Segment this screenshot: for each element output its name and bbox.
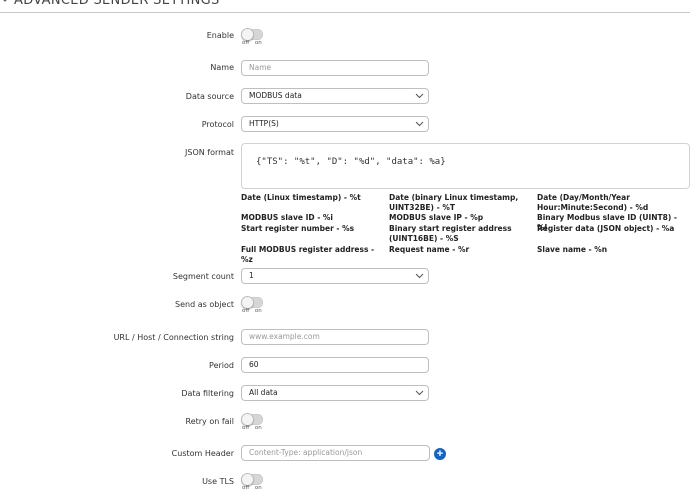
use-tls-toggle[interactable] xyxy=(241,473,263,486)
retry-on-fail-toggle[interactable] xyxy=(241,413,263,426)
format-hint: Start register number - %s xyxy=(241,224,355,233)
retry-on-fail-label: Retry on fail xyxy=(185,417,235,426)
send-as-object-label: Send as object xyxy=(175,300,234,309)
toggle-on-label: on xyxy=(254,40,262,46)
section-collapse-chevron-icon[interactable] xyxy=(0,0,11,6)
data-filtering-label: Data filtering xyxy=(181,389,234,398)
format-hint: MODBUS slave ID - %i xyxy=(241,213,334,222)
plus-icon: + xyxy=(436,448,444,460)
protocol-value: HTTP(S) xyxy=(249,119,279,128)
segment-count-value: 1 xyxy=(249,271,254,280)
format-hint: Date (Linux timestamp) - %t xyxy=(241,193,361,202)
format-hint: Register data (JSON object) - %a xyxy=(537,224,675,233)
enable-label: Enable xyxy=(206,31,234,40)
segment-count-label: Segment count xyxy=(172,272,234,281)
send-as-object-toggle-labels: off on xyxy=(242,308,262,314)
section-title: ADVANCED SENDER SETTINGS xyxy=(14,0,220,8)
data-source-select[interactable]: MODBUS data xyxy=(241,88,429,104)
format-hint: Date (Day/Month/Year Hour:Minute:Second)… xyxy=(537,193,649,212)
retry-on-fail-toggle-labels: off on xyxy=(242,425,262,431)
custom-header-label: Custom Header xyxy=(171,449,234,458)
toggle-on-label: on xyxy=(254,485,262,491)
protocol-select[interactable]: HTTP(S) xyxy=(241,116,429,132)
add-custom-header-button[interactable]: + xyxy=(434,448,446,460)
protocol-label: Protocol xyxy=(201,120,234,129)
custom-header-input[interactable]: Content-Type: application/json xyxy=(241,445,430,461)
section-divider xyxy=(0,12,690,13)
send-as-object-toggle[interactable] xyxy=(241,296,263,309)
name-label: Name xyxy=(210,63,234,72)
chevron-down-icon xyxy=(415,93,424,99)
format-hint: MODBUS slave IP - %p xyxy=(389,213,484,222)
toggle-on-label: on xyxy=(254,308,262,314)
data-source-label: Data source xyxy=(185,92,234,101)
format-hint: Slave name - %n xyxy=(537,245,608,254)
format-hint: Request name - %r xyxy=(389,245,470,254)
url-label: URL / Host / Connection string xyxy=(113,333,234,342)
format-hint: Full MODBUS register address - %z xyxy=(241,245,375,264)
toggle-on-label: on xyxy=(254,425,262,431)
enable-toggle[interactable] xyxy=(241,28,263,41)
segment-count-select[interactable]: 1 xyxy=(241,268,429,284)
period-label: Period xyxy=(209,361,234,370)
use-tls-toggle-labels: off on xyxy=(242,485,262,491)
format-hint: Date (binary Linux timestamp, UINT32BE) … xyxy=(389,193,519,212)
json-format-label: JSON format xyxy=(185,148,234,157)
enable-toggle-labels: off on xyxy=(242,40,262,46)
format-hint: Binary start register address (UINT16BE)… xyxy=(389,224,512,243)
toggle-off-label: off xyxy=(242,485,250,491)
toggle-off-label: off xyxy=(242,425,250,431)
data-filtering-value: All data xyxy=(249,388,278,397)
data-filtering-select[interactable]: All data xyxy=(241,385,429,401)
chevron-down-icon xyxy=(415,273,424,279)
use-tls-label: Use TLS xyxy=(202,477,234,486)
name-input[interactable]: Name xyxy=(241,60,429,76)
toggle-off-label: off xyxy=(242,308,250,314)
toggle-off-label: off xyxy=(242,40,250,46)
url-input[interactable]: www.example.com xyxy=(241,329,429,345)
json-format-textarea[interactable]: {"TS": "%t", "D": "%d", "data": %a} xyxy=(241,143,690,189)
data-source-value: MODBUS data xyxy=(249,91,302,100)
chevron-down-icon xyxy=(415,121,424,127)
period-input[interactable]: 60 xyxy=(241,357,429,373)
chevron-down-icon xyxy=(415,390,424,396)
